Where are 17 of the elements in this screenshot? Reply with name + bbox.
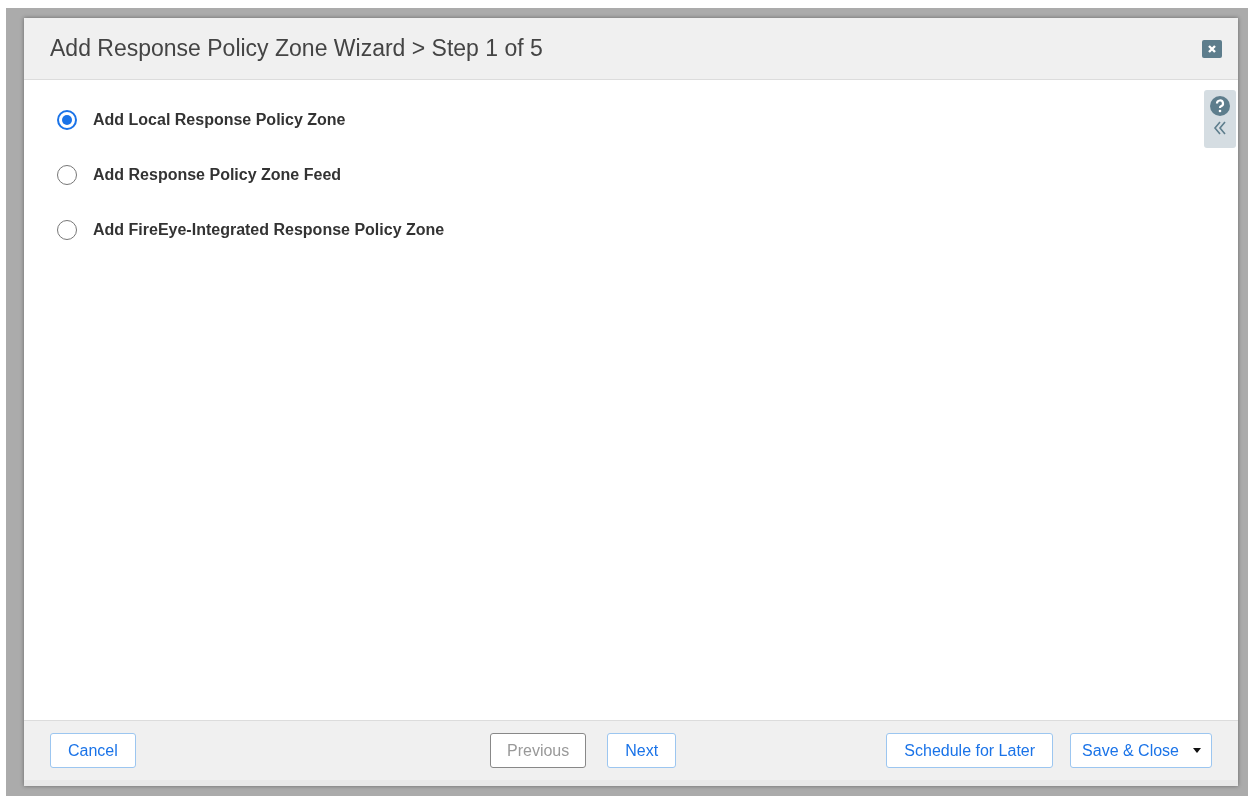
footer-button[interactable]: Cancel [50,733,136,768]
option-label: Add Local Response Policy Zone [93,110,346,130]
caret-icon [1193,748,1201,753]
footer-button[interactable]: Next [607,733,677,768]
close-icon [1207,43,1217,54]
close-button[interactable] [1202,39,1222,58]
radio-button[interactable] [57,165,77,185]
help-panel-tab[interactable] [1204,90,1236,148]
radio-button[interactable] [57,110,77,130]
option-label: Add FireEye-Integrated Response Policy Zone [93,220,445,240]
double-chevron-left-icon [1213,120,1227,136]
help-icon [1210,96,1230,116]
footer-button[interactable]: Schedule for Later [886,733,1054,768]
window-title: Add Response Policy Zone Wizard > Step 1 of 5 [50,34,543,64]
option-label: Add Response Policy Zone Feed [93,165,342,185]
split-button[interactable]: Save & Close [1070,733,1212,768]
radio-button[interactable] [57,220,77,240]
